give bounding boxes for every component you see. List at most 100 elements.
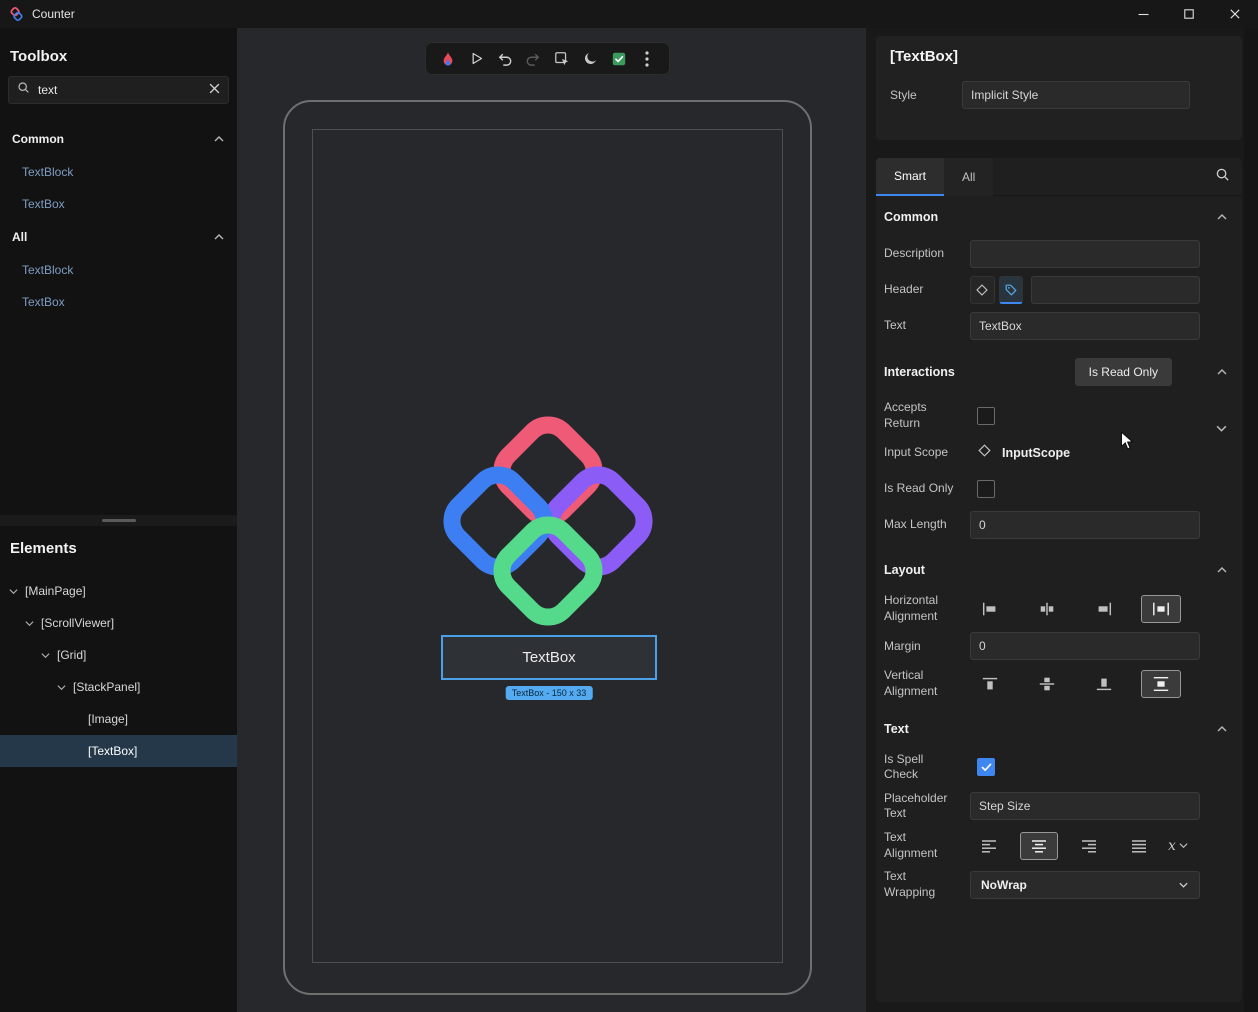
- property-label: Text Alignment: [884, 830, 956, 861]
- tree-item-stackpanel[interactable]: [StackPanel]: [0, 671, 237, 703]
- undo-icon[interactable]: [494, 48, 516, 70]
- inspect-element-icon[interactable]: [551, 48, 573, 70]
- tree-item-mainpage[interactable]: [MainPage]: [0, 575, 237, 607]
- property-label: Text: [884, 318, 956, 334]
- description-input[interactable]: [970, 240, 1200, 268]
- toolbox-section-all[interactable]: All: [0, 226, 237, 248]
- binding-icon[interactable]: [970, 276, 995, 304]
- style-input[interactable]: [962, 81, 1190, 109]
- app-logo-icon: [8, 6, 24, 22]
- tree-item-label: [StackPanel]: [73, 680, 140, 694]
- minimize-button[interactable]: [1120, 0, 1166, 28]
- tag-icon[interactable]: [999, 276, 1024, 304]
- property-row-horizontal-alignment: Horizontal Alignment: [876, 593, 1242, 624]
- tab-label: All: [962, 170, 975, 184]
- chevron-up-icon[interactable]: [213, 132, 225, 146]
- toolbox-item-textblock[interactable]: TextBlock: [0, 160, 237, 184]
- section-interactions[interactable]: Interactions Is Read Only: [876, 348, 1242, 392]
- tree-item-image[interactable]: [Image]: [0, 703, 237, 735]
- header-input[interactable]: [1031, 276, 1200, 304]
- clear-search-icon[interactable]: [209, 81, 220, 99]
- maximize-button[interactable]: [1166, 0, 1212, 28]
- inputscope-icon[interactable]: [977, 443, 992, 463]
- tree-item-textbox[interactable]: [TextBox]: [0, 735, 237, 767]
- toolbox-item-textbox[interactable]: TextBox: [0, 192, 237, 216]
- tree-item-scrollviewer[interactable]: [ScrollViewer]: [0, 607, 237, 639]
- theme-moon-icon[interactable]: [579, 48, 601, 70]
- section-layout[interactable]: Layout: [876, 547, 1242, 585]
- redo-icon[interactable]: [522, 48, 544, 70]
- text-align-right-icon[interactable]: [1070, 832, 1108, 860]
- align-top-icon[interactable]: [970, 670, 1010, 698]
- font-variable-dropdown[interactable]: x: [1168, 838, 1188, 854]
- tab-label: Smart: [894, 169, 926, 183]
- align-vertical-stretch-icon[interactable]: [1141, 670, 1181, 698]
- align-horizontal-center-icon[interactable]: [1027, 595, 1067, 623]
- align-left-icon[interactable]: [970, 595, 1010, 623]
- design-canvas[interactable]: TextBox TextBox - 150 x 33: [237, 28, 866, 1012]
- tree-item-label: [MainPage]: [25, 584, 86, 598]
- property-label: Is Spell Check: [884, 752, 956, 783]
- align-right-icon[interactable]: [1084, 595, 1124, 623]
- property-label: Horizontal Alignment: [884, 593, 956, 624]
- search-icon[interactable]: [1215, 167, 1230, 187]
- chevron-up-icon[interactable]: [1216, 720, 1228, 738]
- tab-all[interactable]: All: [944, 158, 993, 196]
- tab-smart[interactable]: Smart: [876, 158, 944, 196]
- placeholder-text-input[interactable]: [970, 792, 1200, 820]
- align-horizontal-stretch-icon[interactable]: [1141, 595, 1181, 623]
- panel-resize-handle[interactable]: [0, 515, 237, 526]
- play-icon[interactable]: [465, 48, 487, 70]
- app-image-logo[interactable]: [436, 409, 660, 633]
- validate-check-icon[interactable]: [608, 48, 630, 70]
- property-row-is-spell-check: Is Spell Check: [876, 752, 1242, 783]
- scrollbar-gutter[interactable]: [1244, 28, 1258, 1012]
- align-vertical-center-icon[interactable]: [1027, 670, 1067, 698]
- chevron-down-icon[interactable]: [24, 618, 34, 628]
- property-label: Placeholder Text: [884, 791, 956, 822]
- inspector-header-card: [TextBox] Style: [876, 36, 1242, 140]
- is-read-only-button[interactable]: Is Read Only: [1075, 358, 1172, 386]
- chevron-up-icon[interactable]: [213, 230, 225, 244]
- tree-item-grid[interactable]: [Grid]: [0, 639, 237, 671]
- more-options-icon[interactable]: [636, 48, 658, 70]
- selection-size-badge: TextBox - 150 x 33: [506, 686, 593, 700]
- max-length-input[interactable]: [970, 511, 1200, 539]
- input-scope-value[interactable]: InputScope: [1002, 446, 1070, 460]
- chevron-up-icon[interactable]: [1216, 561, 1228, 579]
- close-button[interactable]: [1212, 0, 1258, 28]
- section-text[interactable]: Text: [876, 708, 1242, 744]
- chevron-down-icon[interactable]: [1215, 420, 1228, 438]
- toolbox-item-textbox[interactable]: TextBox: [0, 290, 237, 314]
- section-title: Text: [884, 722, 909, 736]
- property-row-text-alignment: Text Alignment x: [876, 830, 1242, 861]
- accepts-return-checkbox[interactable]: [977, 407, 995, 425]
- toolbox-title: Toolbox: [10, 48, 67, 65]
- section-common[interactable]: Common: [876, 196, 1242, 232]
- chevron-up-icon[interactable]: [1216, 363, 1228, 381]
- text-align-justify-icon[interactable]: [1120, 832, 1158, 860]
- property-row-input-scope: Input Scope InputScope: [876, 439, 1242, 467]
- selected-textbox-element[interactable]: TextBox: [441, 635, 657, 680]
- chevron-down-icon[interactable]: [8, 586, 18, 596]
- align-bottom-icon[interactable]: [1084, 670, 1124, 698]
- text-wrapping-dropdown[interactable]: NoWrap: [970, 871, 1200, 899]
- text-input[interactable]: [970, 312, 1200, 340]
- text-align-center-icon[interactable]: [1020, 832, 1058, 860]
- chevron-down-icon[interactable]: [40, 650, 50, 660]
- property-label: Header: [884, 282, 956, 298]
- hot-reload-flame-icon[interactable]: [437, 48, 459, 70]
- toolbox-item-textblock[interactable]: TextBlock: [0, 258, 237, 282]
- toolbox-section-common[interactable]: Common: [0, 128, 237, 150]
- toolbox-search[interactable]: [8, 76, 229, 104]
- chevron-up-icon[interactable]: [1216, 208, 1228, 226]
- chevron-down-icon: [1178, 878, 1189, 892]
- margin-input[interactable]: [970, 632, 1200, 660]
- titlebar: Counter: [0, 0, 1258, 28]
- chevron-down-icon[interactable]: [56, 682, 66, 692]
- is-read-only-checkbox[interactable]: [977, 480, 995, 498]
- toolbox-search-input[interactable]: [38, 83, 209, 97]
- property-label: Description: [884, 246, 956, 262]
- text-align-left-icon[interactable]: [970, 832, 1008, 860]
- is-spell-check-checkbox[interactable]: [977, 758, 995, 776]
